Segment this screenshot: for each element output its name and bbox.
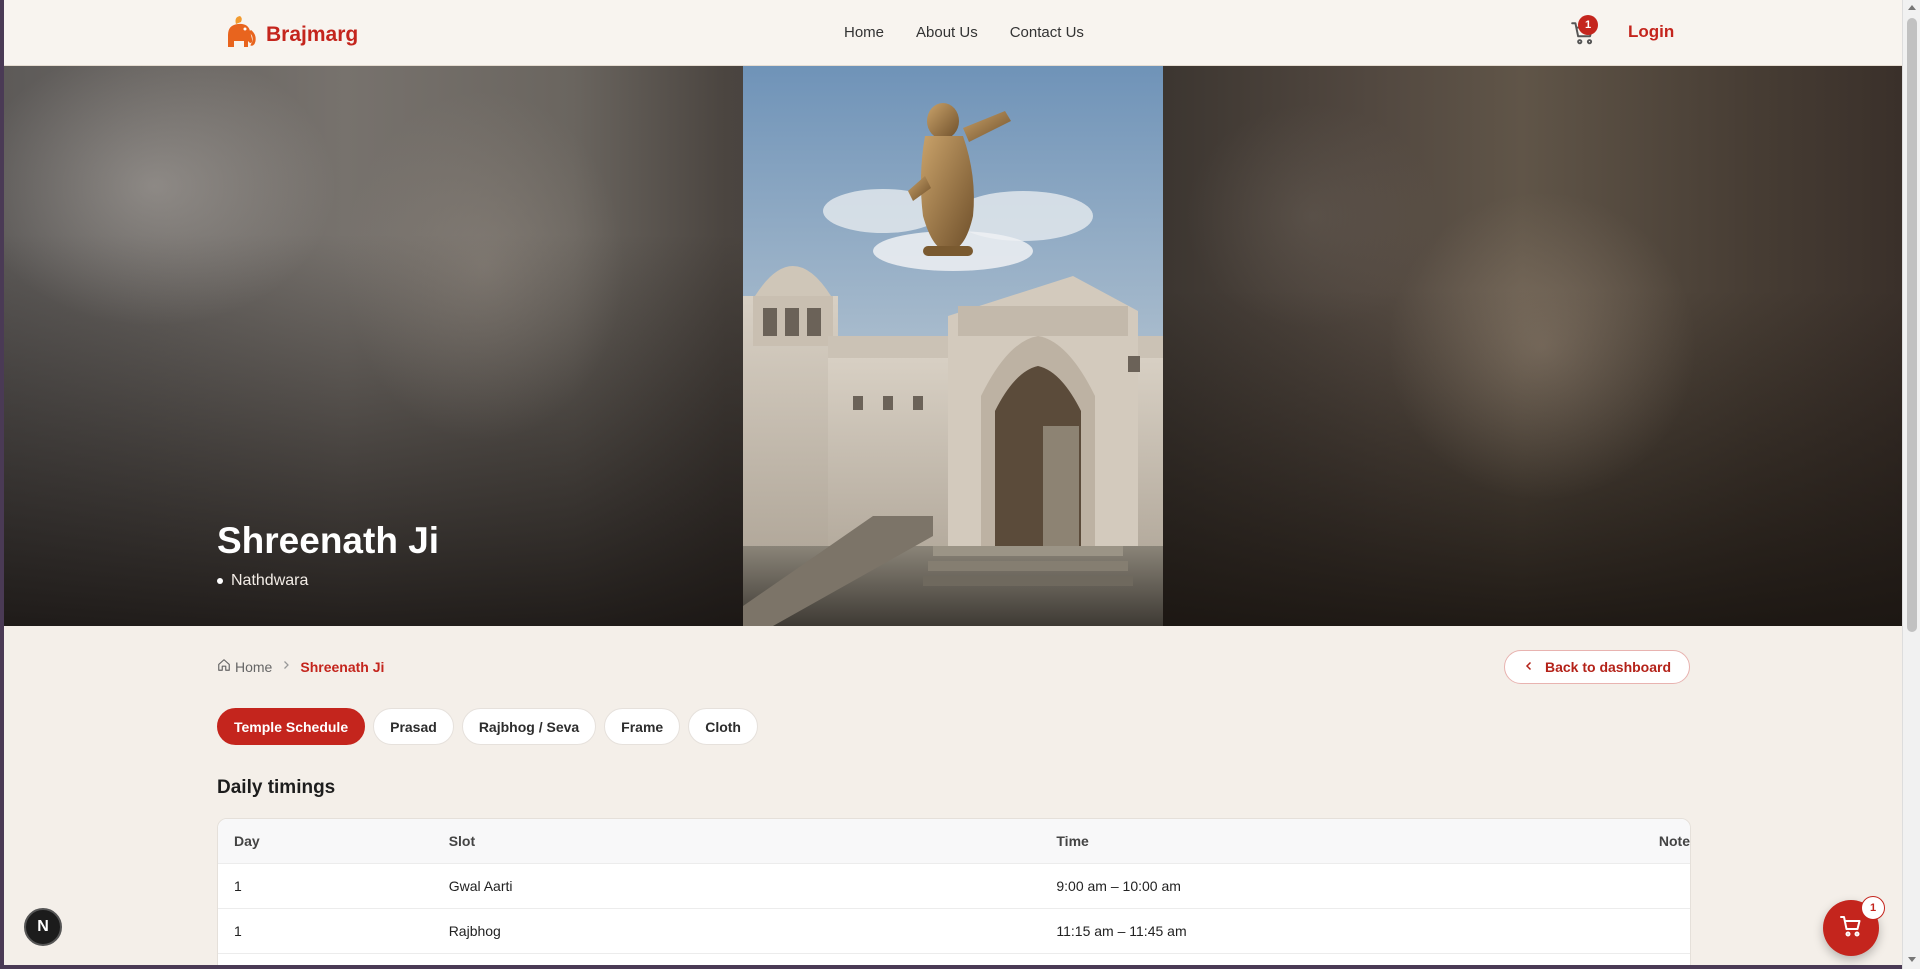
home-icon (217, 658, 231, 675)
cell-note (1642, 952, 1690, 965)
column-header-day: Day (218, 819, 433, 863)
table-row: 1 Rajbhog 11:15 am – 11:45 am (218, 907, 1690, 953)
elephant-logo-icon (222, 13, 256, 56)
floating-cart-count-badge: 1 (1861, 896, 1885, 920)
scroll-down-arrow-icon[interactable] (1908, 957, 1916, 962)
cell-note (1642, 862, 1690, 908)
page: Brajmarg Home About Us Contact Us 1 Logi… (4, 0, 1902, 965)
table-header-row: Day Slot Time Note (218, 819, 1690, 863)
breadcrumb-home-label: Home (235, 658, 273, 675)
cell-slot: Rajbhog (432, 907, 1041, 953)
temple-gate-image (743, 66, 1163, 626)
cell-time: 11:15 am – 11:45 am (1040, 907, 1643, 953)
breadcrumb-current: Shreenath Ji (300, 658, 385, 675)
back-to-dashboard-button[interactable]: Back to dashboard (1504, 650, 1690, 684)
schedule-table-container: Day Slot Time Note 1 Gwal Aarti 9:00 am … (217, 818, 1691, 965)
cell-day: 1 (218, 862, 433, 908)
cell-slot (432, 952, 1041, 965)
page-scrollbar[interactable] (1902, 0, 1920, 969)
login-link[interactable]: Login (1628, 22, 1674, 42)
chevron-right-icon (280, 659, 292, 674)
temple-title: Shreenath Ji (217, 520, 440, 561)
temple-location-text: Nathdwara (231, 572, 309, 589)
breadcrumb: Home Shreenath Ji (217, 658, 384, 675)
scroll-up-arrow-icon[interactable] (1908, 5, 1916, 10)
cell-day (218, 952, 433, 965)
location-bullet-icon (217, 578, 223, 584)
section-title: Daily timings (217, 777, 336, 798)
brand-logo-link[interactable]: Brajmarg (222, 13, 358, 56)
column-header-note: Note (1642, 819, 1690, 863)
temple-hero: Shreenath Ji Nathdwara (4, 66, 1902, 626)
nav-contact-us[interactable]: Contact Us (1010, 24, 1084, 41)
brand-name: Brajmarg (266, 22, 359, 46)
tab-prasad[interactable]: Prasad (373, 708, 454, 745)
back-to-dashboard-label: Back to dashboard (1544, 659, 1672, 675)
tab-cloth[interactable]: Cloth (688, 708, 758, 745)
cell-note (1642, 907, 1690, 953)
table-row (218, 952, 1690, 965)
cart-icon (1570, 22, 1596, 50)
cell-time (1040, 952, 1643, 965)
cart-count-badge: 1 (1578, 15, 1598, 35)
scrollbar-thumb[interactable] (1907, 18, 1917, 632)
schedule-table: Day Slot Time Note 1 Gwal Aarti 9:00 am … (218, 819, 1690, 965)
column-header-slot: Slot (432, 819, 1041, 863)
temple-tabs: Temple Schedule Prasad Rajbhog / Seva Fr… (217, 708, 758, 745)
breadcrumb-home-link[interactable]: Home (217, 658, 272, 675)
nav-home[interactable]: Home (844, 24, 884, 41)
hero-blurred-background-right (1162, 66, 1902, 626)
cell-time: 9:00 am – 10:00 am (1040, 862, 1643, 908)
cell-day: 1 (218, 907, 433, 953)
cart-icon (1839, 914, 1863, 943)
column-header-time: Time (1040, 819, 1643, 863)
table-row: 1 Gwal Aarti 9:00 am – 10:00 am (218, 862, 1690, 908)
tab-frame[interactable]: Frame (604, 708, 681, 745)
main-nav: Home About Us Contact Us (844, 24, 1084, 41)
dev-tools-badge[interactable]: N (24, 908, 62, 946)
tab-temple-schedule[interactable]: Temple Schedule (217, 708, 366, 745)
cell-slot: Gwal Aarti (432, 862, 1041, 908)
chevron-left-icon (1523, 659, 1535, 675)
site-header: Brajmarg Home About Us Contact Us 1 Logi… (4, 0, 1902, 66)
nav-about-us[interactable]: About Us (916, 24, 978, 41)
temple-location: Nathdwara (217, 572, 308, 590)
tab-rajbhog-seva[interactable]: Rajbhog / Seva (461, 708, 597, 745)
